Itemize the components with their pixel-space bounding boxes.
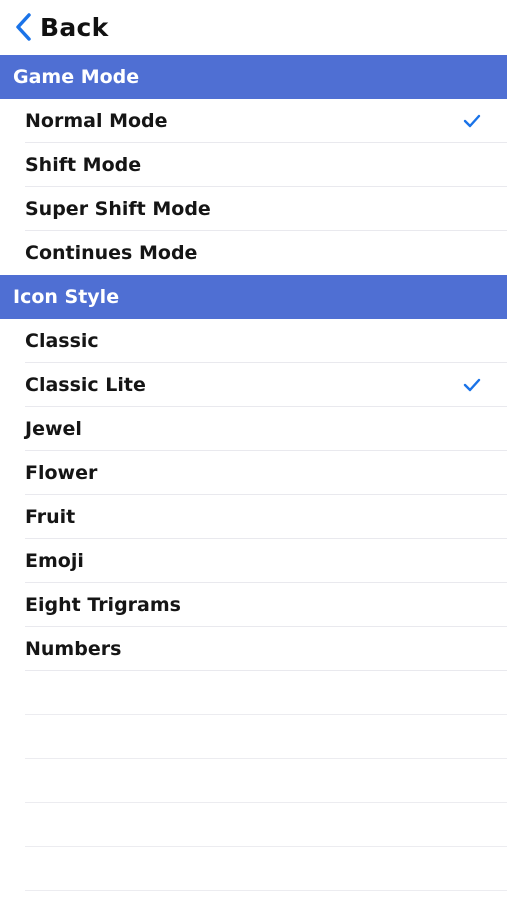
option-label: Eight Trigrams	[25, 594, 181, 616]
option-label: Normal Mode	[25, 110, 168, 132]
option-label: Shift Mode	[25, 154, 142, 176]
option-emoji[interactable]: Emoji	[0, 539, 507, 583]
option-fruit[interactable]: Fruit	[0, 495, 507, 539]
option-label: Emoji	[25, 550, 84, 572]
back-label: Back	[40, 12, 109, 42]
back-button[interactable]: Back	[14, 6, 109, 48]
option-label: Continues Mode	[25, 242, 198, 264]
option-classic[interactable]: Classic	[0, 319, 507, 363]
option-normal-mode[interactable]: Normal Mode	[0, 99, 507, 143]
checkmark-icon	[463, 114, 481, 128]
option-super-shift-mode[interactable]: Super Shift Mode	[0, 187, 507, 231]
empty-row	[0, 803, 507, 847]
section-header-game-mode: Game Mode	[0, 55, 507, 99]
option-label: Super Shift Mode	[25, 198, 211, 220]
empty-row	[0, 847, 507, 891]
option-jewel[interactable]: Jewel	[0, 407, 507, 451]
option-label: Classic Lite	[25, 374, 146, 396]
icon-style-list: Classic Classic Lite Jewel Flower Fruit …	[0, 319, 507, 671]
settings-list: Game Mode Normal Mode Shift Mode Super S…	[0, 55, 507, 891]
empty-list-area	[0, 671, 507, 891]
option-label: Numbers	[25, 638, 122, 660]
option-flower[interactable]: Flower	[0, 451, 507, 495]
empty-row	[0, 759, 507, 803]
option-label: Classic	[25, 330, 99, 352]
option-label: Fruit	[25, 506, 76, 528]
section-header-icon-style: Icon Style	[0, 275, 507, 319]
option-shift-mode[interactable]: Shift Mode	[0, 143, 507, 187]
option-label: Flower	[25, 462, 98, 484]
game-mode-list: Normal Mode Shift Mode Super Shift Mode …	[0, 99, 507, 275]
option-label: Jewel	[25, 418, 82, 440]
navigation-bar: Back	[0, 0, 507, 55]
option-continues-mode[interactable]: Continues Mode	[0, 231, 507, 275]
checkmark-icon	[463, 378, 481, 392]
option-eight-trigrams[interactable]: Eight Trigrams	[0, 583, 507, 627]
chevron-left-icon	[16, 13, 31, 41]
option-classic-lite[interactable]: Classic Lite	[0, 363, 507, 407]
option-numbers[interactable]: Numbers	[0, 627, 507, 671]
empty-row	[0, 671, 507, 715]
empty-row	[0, 715, 507, 759]
